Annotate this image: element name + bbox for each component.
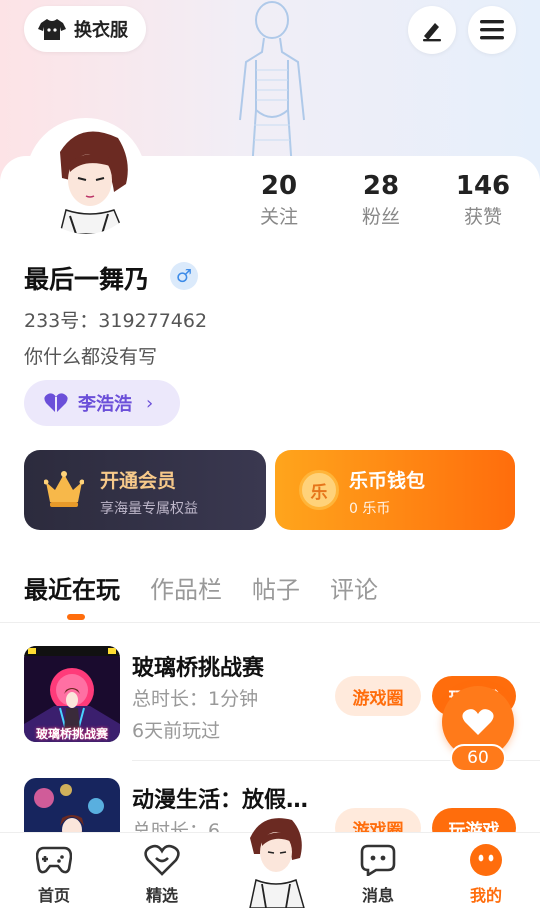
tab-indicator bbox=[67, 614, 85, 620]
vip-subtitle: 享海量专属权益 bbox=[100, 501, 198, 517]
menu-button[interactable] bbox=[468, 6, 516, 54]
chat-bubble-icon bbox=[360, 844, 396, 876]
stat-following-label: 关注 bbox=[259, 206, 298, 228]
game-duration: 总时长：1分钟 bbox=[132, 688, 259, 710]
stat-likes-value: 146 bbox=[455, 171, 511, 201]
wallet-banner[interactable]: 乐 乐币钱包 0 乐币 bbox=[275, 450, 515, 530]
stat-likes[interactable]: 146 获赞 bbox=[438, 170, 528, 232]
stat-following[interactable]: 20 关注 bbox=[234, 170, 324, 232]
wallet-title: 乐币钱包 bbox=[349, 470, 426, 492]
bio-text[interactable]: 你什么都没有写 bbox=[24, 342, 157, 369]
dressup-label: 换衣服 bbox=[74, 20, 128, 41]
stat-followers-value: 28 bbox=[362, 171, 400, 201]
username: 最后一舞乃 bbox=[24, 265, 150, 294]
edit-button[interactable] bbox=[408, 6, 456, 54]
avatar-model-icon bbox=[239, 1, 305, 170]
partner-tag-label: 李浩浩 bbox=[78, 394, 132, 415]
male-gender-icon: ♂ bbox=[170, 262, 198, 290]
nav-messages[interactable]: 消息 bbox=[338, 842, 418, 906]
nav-featured-label: 精选 bbox=[145, 886, 178, 905]
wallet-balance: 0 乐币 bbox=[349, 501, 391, 517]
game-title[interactable]: 玻璃桥挑战赛 bbox=[132, 650, 264, 682]
game-circle-button[interactable]: 游戏圈 bbox=[335, 676, 421, 716]
profile-face-icon bbox=[470, 844, 502, 876]
pen-icon bbox=[423, 23, 441, 42]
stat-likes-label: 获赞 bbox=[463, 206, 502, 228]
stat-following-value: 20 bbox=[260, 171, 298, 201]
tab-comments[interactable]: 评论 bbox=[330, 570, 378, 605]
thumbnail-caption: 玻璃桥挑战赛 bbox=[35, 727, 108, 741]
heart-icon bbox=[44, 393, 68, 413]
crown-icon bbox=[44, 471, 84, 507]
like-count-badge: 60 bbox=[450, 744, 506, 772]
vip-banner[interactable]: 开通会员 享海量专属权益 bbox=[24, 450, 266, 530]
heart-icon bbox=[462, 709, 494, 735]
divider bbox=[0, 622, 540, 623]
nav-messages-label: 消息 bbox=[361, 886, 394, 905]
stat-followers-label: 粉丝 bbox=[361, 206, 400, 228]
stat-followers[interactable]: 28 粉丝 bbox=[336, 170, 426, 232]
nav-me-label: 我的 bbox=[469, 886, 502, 905]
heart-outline-icon bbox=[144, 844, 180, 876]
hamburger-icon bbox=[480, 20, 504, 40]
tab-posts[interactable]: 帖子 bbox=[252, 570, 300, 605]
game-last-played: 6天前玩过 bbox=[132, 720, 221, 742]
nav-home-label: 首页 bbox=[37, 886, 70, 905]
nav-featured[interactable]: 精选 bbox=[122, 842, 202, 906]
avatar-character-icon bbox=[249, 818, 305, 909]
tab-works[interactable]: 作品栏 bbox=[150, 570, 222, 605]
center-avatar-button[interactable] bbox=[236, 808, 312, 909]
coin-icon: 乐 bbox=[299, 470, 339, 510]
nav-me[interactable]: 我的 bbox=[446, 842, 526, 906]
partner-tag[interactable]: 李浩浩 › bbox=[24, 380, 180, 426]
nav-home[interactable]: 首页 bbox=[14, 842, 94, 906]
content-tabs: 最近在玩 作品栏 帖子 评论 bbox=[24, 570, 408, 605]
tshirt-icon bbox=[38, 19, 66, 40]
vip-title: 开通会员 bbox=[100, 470, 177, 492]
avatar-character-icon bbox=[30, 122, 142, 234]
tab-recent[interactable]: 最近在玩 bbox=[24, 570, 120, 605]
chevron-right-icon: › bbox=[146, 392, 154, 414]
game-thumbnail[interactable]: 玻璃桥挑战赛 bbox=[24, 646, 120, 742]
user-id[interactable]: 233号：319277462 bbox=[24, 306, 207, 333]
dressup-button[interactable]: 换衣服 bbox=[24, 6, 146, 52]
gamepad-icon bbox=[36, 846, 72, 874]
avatar[interactable] bbox=[26, 118, 146, 238]
